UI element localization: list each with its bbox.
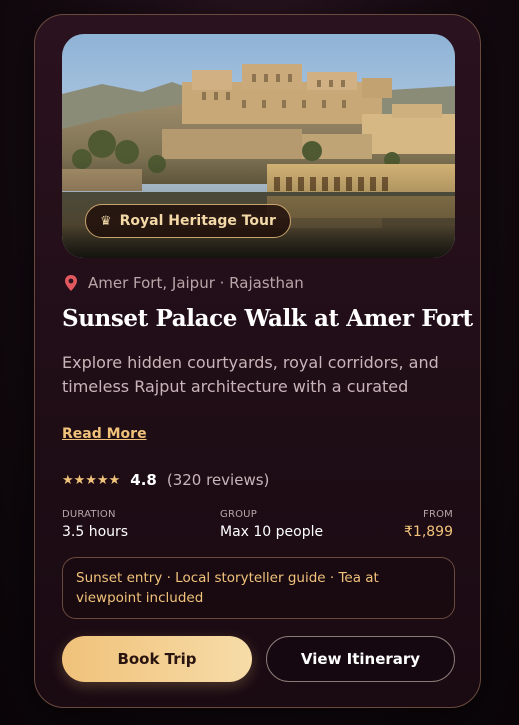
- location-text: Amer Fort, Jaipur · Rajasthan: [88, 274, 304, 292]
- price-label: FROM: [423, 509, 453, 520]
- view-itinerary-button[interactable]: View Itinerary: [266, 636, 455, 682]
- book-trip-button[interactable]: Book Trip: [62, 636, 252, 682]
- inclusions-note: Sunset entry · Local storyteller guide ·…: [62, 557, 455, 619]
- duration-label: DURATION: [62, 509, 116, 520]
- price-value: ₹1,899: [404, 524, 453, 540]
- badge-label: Royal Heritage Tour: [119, 213, 276, 229]
- duration-info: DURATION 3.5 hours: [62, 509, 128, 540]
- group-label: GROUP: [220, 509, 257, 520]
- group-value: Max 10 people: [220, 524, 324, 540]
- duration-value: 3.5 hours: [62, 524, 129, 540]
- tour-title: Sunset Palace Walk at Amer Fort: [62, 305, 473, 332]
- tour-card: ♛ Royal Heritage Tour Amer Fort, Jaipur …: [34, 14, 481, 708]
- tour-description: Explore hidden courtyards, royal corrido…: [62, 353, 439, 396]
- rating: ★★★★★ 4.8 (320 reviews): [62, 471, 269, 489]
- pin-icon: [65, 275, 77, 291]
- rating-score: 4.8: [130, 471, 157, 489]
- crown-icon: ♛: [100, 213, 112, 229]
- review-count: (320 reviews): [166, 471, 270, 489]
- group-info: GROUP Max 10 people: [220, 509, 323, 540]
- stars-icon: ★★★★★: [62, 472, 121, 488]
- price-info: FROM ₹1,899: [404, 509, 453, 540]
- hero-image: ♛ Royal Heritage Tour: [62, 34, 455, 258]
- read-more-link[interactable]: Read More: [62, 426, 147, 442]
- location: Amer Fort, Jaipur · Rajasthan: [64, 274, 304, 292]
- royal-heritage-badge: ♛ Royal Heritage Tour: [85, 204, 291, 238]
